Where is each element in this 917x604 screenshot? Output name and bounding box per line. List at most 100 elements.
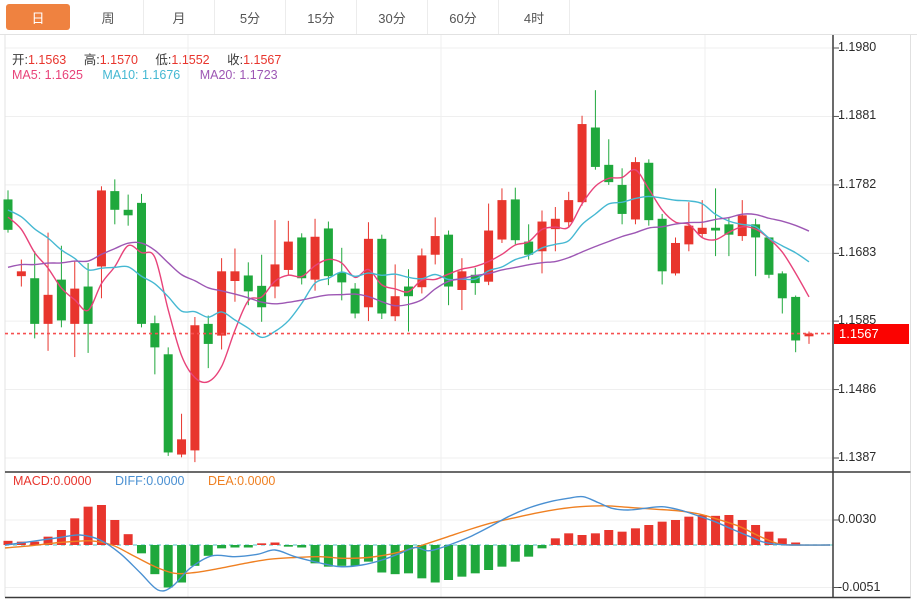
candle [244, 275, 253, 291]
candle [618, 185, 627, 214]
tab-month[interactable]: 月 [144, 0, 215, 34]
candle [591, 128, 600, 167]
macd-bar [137, 545, 146, 553]
candle [30, 278, 39, 324]
low-value: 1.1552 [171, 53, 209, 67]
candle [137, 203, 146, 324]
macd-bar [297, 545, 306, 548]
last-price-tag: 1.1567 [834, 324, 909, 344]
macd-bar [457, 545, 466, 577]
candle [284, 242, 293, 270]
macd-bar [551, 538, 560, 545]
macd-bar [644, 525, 653, 545]
y-axis-label: 1.1486 [838, 382, 910, 396]
macd-bar [324, 545, 333, 567]
ma10-legend: MA10: 1.1676 [102, 68, 180, 82]
y-axis-label: 1.1881 [838, 108, 910, 122]
candle [778, 273, 787, 298]
candle [217, 271, 226, 335]
macd-bar [284, 545, 293, 547]
macd-bar [471, 545, 480, 573]
candle [671, 243, 680, 273]
tab-60min[interactable]: 60分 [428, 0, 499, 34]
y-axis-label: 1.1683 [838, 245, 910, 259]
tab-15min[interactable]: 15分 [286, 0, 357, 34]
macd-bar [684, 517, 693, 545]
candle [724, 224, 733, 234]
macd-legend: MACD:0.0000 DIFF:0.0000 DEA:0.0000 [13, 474, 275, 488]
candle [57, 280, 66, 321]
macd-bar [497, 545, 506, 567]
diff-value-legend: DIFF:0.0000 [115, 474, 184, 488]
macd-bar [257, 543, 266, 545]
macd-bar [618, 532, 627, 545]
macd-bar [524, 545, 533, 557]
macd-bar [351, 545, 360, 566]
macd-bar [230, 545, 239, 548]
macd-bar [217, 545, 226, 548]
open-value: 1.1563 [28, 53, 66, 67]
macd-bar [578, 535, 587, 545]
candle [698, 228, 707, 234]
tab-30min[interactable]: 30分 [357, 0, 428, 34]
macd-bar [658, 522, 667, 545]
macd-bar [671, 520, 680, 545]
tab-week[interactable]: 周 [73, 0, 144, 34]
macd-bar [511, 545, 520, 562]
candle [297, 237, 306, 278]
high-value: 1.1570 [100, 53, 138, 67]
macd-bar [538, 545, 547, 548]
close-label: 收: [227, 53, 243, 67]
tab-4hour[interactable]: 4时 [499, 0, 570, 34]
candle [311, 237, 320, 280]
candle [337, 273, 346, 283]
candle [711, 228, 720, 231]
ma20-legend: MA20: 1.1723 [200, 68, 278, 82]
y-axis-label: 1.1782 [838, 177, 910, 191]
candle [738, 215, 747, 236]
candle [124, 210, 133, 216]
open-label: 开: [12, 53, 28, 67]
ma-legend: MA5: 1.1625 MA10: 1.1676 MA20: 1.1723 [12, 68, 278, 82]
macd-bar [444, 545, 453, 580]
candle [764, 237, 773, 274]
candle [164, 354, 173, 452]
candle [644, 163, 653, 220]
macd-bar [271, 543, 280, 546]
ohlc-legend: 开:1.1563 高:1.1570 低:1.1552 收:1.1567 [12, 49, 295, 68]
candlestick-series [4, 90, 814, 462]
candle [190, 325, 199, 450]
candle [431, 236, 440, 255]
chart-canvas[interactable] [0, 0, 917, 604]
y-axis-label: 0.0030 [838, 512, 910, 526]
candle [324, 228, 333, 276]
macd-bar [591, 533, 600, 545]
y-axis-label: 1.1387 [838, 450, 910, 464]
macd-bar [604, 530, 613, 545]
candle [70, 289, 79, 324]
candle [44, 295, 53, 324]
y-axis-label: -0.0051 [838, 580, 910, 594]
candle [684, 226, 693, 245]
macd-bar [124, 534, 133, 545]
ma5-legend: MA5: 1.1625 [12, 68, 83, 82]
macd-bar [337, 545, 346, 566]
candle [564, 200, 573, 222]
candle [497, 200, 506, 239]
macd-bar [564, 533, 573, 545]
macd-bar [698, 515, 707, 545]
macd-bar [364, 545, 373, 562]
candle [150, 323, 159, 347]
candle [177, 439, 186, 454]
tab-day[interactable]: 日 [6, 4, 70, 30]
tab-5min[interactable]: 5分 [215, 0, 286, 34]
macd-bar [391, 545, 400, 574]
macd-value-legend: MACD:0.0000 [13, 474, 92, 488]
macd-bar [631, 528, 640, 545]
high-label: 高: [84, 53, 100, 67]
macd-bar [204, 545, 213, 556]
candle [457, 271, 466, 290]
macd-bar [484, 545, 493, 570]
macd-bar [724, 515, 733, 545]
macd-histogram [4, 505, 801, 588]
